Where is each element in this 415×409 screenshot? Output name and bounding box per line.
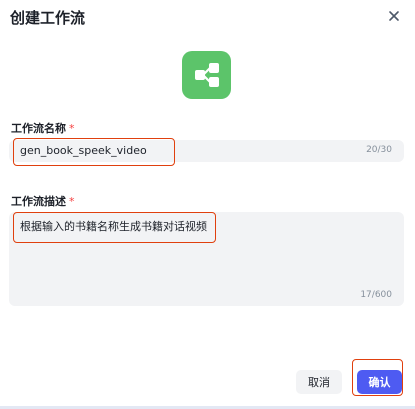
required-mark: * — [69, 195, 75, 208]
confirm-highlight-box — [352, 359, 403, 396]
cancel-button[interactable]: 取消 — [296, 370, 342, 394]
name-highlight-box — [13, 138, 175, 166]
workflow-icon — [182, 51, 231, 99]
workflow-name-label-text: 工作流名称 — [11, 122, 66, 135]
close-icon[interactable] — [387, 9, 401, 23]
workflow-description-label: 工作流描述 * — [11, 193, 75, 209]
description-highlight-box — [13, 212, 216, 243]
required-mark: * — [69, 122, 75, 135]
workflow-name-label: 工作流名称 * — [11, 120, 75, 136]
workflow-description-counter: 17/600 — [360, 290, 392, 300]
create-workflow-dialog: 创建工作流 工作流名称 * gen_book_speek_video 20/30 … — [0, 0, 415, 409]
workflow-name-counter: 20/30 — [366, 145, 392, 155]
dialog-title: 创建工作流 — [10, 9, 86, 27]
workflow-description-label-text: 工作流描述 — [11, 195, 66, 208]
